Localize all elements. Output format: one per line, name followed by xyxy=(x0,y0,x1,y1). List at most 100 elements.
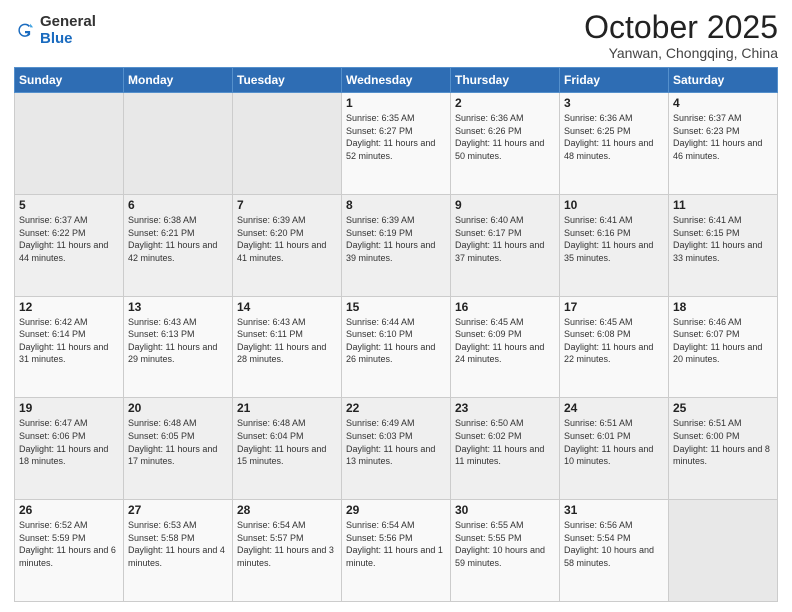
calendar-cell: 2Sunrise: 6:36 AM Sunset: 6:26 PM Daylig… xyxy=(451,93,560,195)
cell-info: Sunrise: 6:51 AM Sunset: 6:01 PM Dayligh… xyxy=(564,417,664,467)
calendar-cell: 29Sunrise: 6:54 AM Sunset: 5:56 PM Dayli… xyxy=(342,500,451,602)
day-number: 22 xyxy=(346,401,446,415)
calendar-cell: 3Sunrise: 6:36 AM Sunset: 6:25 PM Daylig… xyxy=(560,93,669,195)
calendar-cell: 31 Sunrise: 6:56 AM Sunset: 5:54 PM Dayli… xyxy=(560,500,669,602)
calendar-cell: 15 Sunrise: 6:44 AM Sunset: 6:10 PM Dayli… xyxy=(342,296,451,398)
cell-info: Sunrise: 6:38 AM Sunset: 6:21 PM Dayligh… xyxy=(128,214,228,264)
cell-info: Sunrise: 6:39 AM Sunset: 6:19 PM Dayligh… xyxy=(346,214,446,264)
cell-info: Sunrise: 6:35 AM Sunset: 6:27 PM Dayligh… xyxy=(346,112,446,162)
calendar-cell: 11Sunrise: 6:41 AM Sunset: 6:15 PM Dayli… xyxy=(669,194,778,296)
cell-info: Sunrise: 6:41 AM Sunset: 6:15 PM Dayligh… xyxy=(673,214,773,264)
cell-info: Sunrise: 6:44 AM Sunset: 6:10 PM Dayligh… xyxy=(346,316,446,366)
calendar-cell: 27 Sunrise: 6:53 AM Sunset: 5:58 PM Dayli… xyxy=(124,500,233,602)
calendar-cell: 17 Sunrise: 6:45 AM Sunset: 6:08 PM Dayli… xyxy=(560,296,669,398)
logo: General Blue xyxy=(14,14,96,47)
weekday-header-wednesday: Wednesday xyxy=(342,68,451,93)
calendar-cell: 28Sunrise: 6:54 AM Sunset: 5:57 PM Dayli… xyxy=(233,500,342,602)
calendar-cell: 12Sunrise: 6:42 AM Sunset: 6:14 PM Dayli… xyxy=(15,296,124,398)
calendar-cell xyxy=(15,93,124,195)
day-number: 19 xyxy=(19,401,119,415)
weekday-header-tuesday: Tuesday xyxy=(233,68,342,93)
cell-info: Sunrise: 6:49 AM Sunset: 6:03 PM Dayligh… xyxy=(346,417,446,467)
day-number: 25 xyxy=(673,401,773,415)
day-number: 24 xyxy=(564,401,664,415)
calendar-cell: 19Sunrise: 6:47 AM Sunset: 6:06 PM Dayli… xyxy=(15,398,124,500)
cell-info: Sunrise: 6:50 AM Sunset: 6:02 PM Dayligh… xyxy=(455,417,555,467)
cell-info: Sunrise: 6:55 AM Sunset: 5:55 PM Dayligh… xyxy=(455,519,555,569)
calendar-cell: 30 Sunrise: 6:55 AM Sunset: 5:55 PM Dayli… xyxy=(451,500,560,602)
day-number: 1 xyxy=(346,96,446,110)
calendar-cell: 6Sunrise: 6:38 AM Sunset: 6:21 PM Daylig… xyxy=(124,194,233,296)
calendar-cell: 21Sunrise: 6:48 AM Sunset: 6:04 PM Dayli… xyxy=(233,398,342,500)
day-number: 3 xyxy=(564,96,664,110)
calendar-cell: 18 Sunrise: 6:46 AM Sunset: 6:07 PM Dayli… xyxy=(669,296,778,398)
calendar-cell: 20 Sunrise: 6:48 AM Sunset: 6:05 PM Dayli… xyxy=(124,398,233,500)
week-row-1: 5Sunrise: 6:37 AM Sunset: 6:22 PM Daylig… xyxy=(15,194,778,296)
calendar-cell xyxy=(233,93,342,195)
cell-info: Sunrise: 6:45 AM Sunset: 6:08 PM Dayligh… xyxy=(564,316,664,366)
day-number: 20 xyxy=(128,401,228,415)
calendar-cell: 26 Sunrise: 6:52 AM Sunset: 5:59 PM Dayli… xyxy=(15,500,124,602)
day-number: 15 xyxy=(346,300,446,314)
calendar-cell: 8Sunrise: 6:39 AM Sunset: 6:19 PM Daylig… xyxy=(342,194,451,296)
cell-info: Sunrise: 6:43 AM Sunset: 6:11 PM Dayligh… xyxy=(237,316,337,366)
weekday-header-friday: Friday xyxy=(560,68,669,93)
calendar-cell: 22 Sunrise: 6:49 AM Sunset: 6:03 PM Dayli… xyxy=(342,398,451,500)
cell-info: Sunrise: 6:53 AM Sunset: 5:58 PM Dayligh… xyxy=(128,519,228,569)
day-number: 16 xyxy=(455,300,555,314)
week-row-2: 12Sunrise: 6:42 AM Sunset: 6:14 PM Dayli… xyxy=(15,296,778,398)
header: General Blue October 2025 Yanwan, Chongq… xyxy=(14,10,778,61)
cell-info: Sunrise: 6:45 AM Sunset: 6:09 PM Dayligh… xyxy=(455,316,555,366)
day-number: 21 xyxy=(237,401,337,415)
cell-info: Sunrise: 6:39 AM Sunset: 6:20 PM Dayligh… xyxy=(237,214,337,264)
calendar-cell: 25 Sunrise: 6:51 AM Sunset: 6:00 PM Dayli… xyxy=(669,398,778,500)
day-number: 26 xyxy=(19,503,119,517)
day-number: 12 xyxy=(19,300,119,314)
day-number: 30 xyxy=(455,503,555,517)
calendar-table: SundayMondayTuesdayWednesdayThursdayFrid… xyxy=(14,67,778,602)
day-number: 18 xyxy=(673,300,773,314)
calendar-cell: 4 Sunrise: 6:37 AM Sunset: 6:23 PM Daylig… xyxy=(669,93,778,195)
day-number: 27 xyxy=(128,503,228,517)
cell-info: Sunrise: 6:46 AM Sunset: 6:07 PM Dayligh… xyxy=(673,316,773,366)
cell-info: Sunrise: 6:40 AM Sunset: 6:17 PM Dayligh… xyxy=(455,214,555,264)
calendar-cell: 1 Sunrise: 6:35 AM Sunset: 6:27 PM Daylig… xyxy=(342,93,451,195)
weekday-header-sunday: Sunday xyxy=(15,68,124,93)
cell-info: Sunrise: 6:56 AM Sunset: 5:54 PM Dayligh… xyxy=(564,519,664,569)
cell-info: Sunrise: 6:51 AM Sunset: 6:00 PM Dayligh… xyxy=(673,417,773,467)
weekday-header-monday: Monday xyxy=(124,68,233,93)
calendar-cell: 23Sunrise: 6:50 AM Sunset: 6:02 PM Dayli… xyxy=(451,398,560,500)
day-number: 17 xyxy=(564,300,664,314)
cell-info: Sunrise: 6:52 AM Sunset: 5:59 PM Dayligh… xyxy=(19,519,119,569)
cell-info: Sunrise: 6:54 AM Sunset: 5:56 PM Dayligh… xyxy=(346,519,446,569)
location-subtitle: Yanwan, Chongqing, China xyxy=(584,45,778,61)
week-row-4: 26 Sunrise: 6:52 AM Sunset: 5:59 PM Dayli… xyxy=(15,500,778,602)
calendar-cell: 16 Sunrise: 6:45 AM Sunset: 6:09 PM Dayli… xyxy=(451,296,560,398)
month-title: October 2025 xyxy=(584,10,778,45)
cell-info: Sunrise: 6:48 AM Sunset: 6:05 PM Dayligh… xyxy=(128,417,228,467)
cell-info: Sunrise: 6:43 AM Sunset: 6:13 PM Dayligh… xyxy=(128,316,228,366)
day-number: 9 xyxy=(455,198,555,212)
calendar-cell: 24 Sunrise: 6:51 AM Sunset: 6:01 PM Dayli… xyxy=(560,398,669,500)
calendar-cell: 13Sunrise: 6:43 AM Sunset: 6:13 PM Dayli… xyxy=(124,296,233,398)
weekday-header-thursday: Thursday xyxy=(451,68,560,93)
day-number: 28 xyxy=(237,503,337,517)
cell-info: Sunrise: 6:36 AM Sunset: 6:26 PM Dayligh… xyxy=(455,112,555,162)
logo-general-text: General xyxy=(40,14,96,31)
weekday-header-saturday: Saturday xyxy=(669,68,778,93)
day-number: 4 xyxy=(673,96,773,110)
weekday-header-row: SundayMondayTuesdayWednesdayThursdayFrid… xyxy=(15,68,778,93)
page: General Blue October 2025 Yanwan, Chongq… xyxy=(0,0,792,612)
calendar-cell: 7Sunrise: 6:39 AM Sunset: 6:20 PM Daylig… xyxy=(233,194,342,296)
calendar-cell: 14 Sunrise: 6:43 AM Sunset: 6:11 PM Dayli… xyxy=(233,296,342,398)
cell-info: Sunrise: 6:37 AM Sunset: 6:23 PM Dayligh… xyxy=(673,112,773,162)
calendar-cell: 5Sunrise: 6:37 AM Sunset: 6:22 PM Daylig… xyxy=(15,194,124,296)
week-row-0: 1 Sunrise: 6:35 AM Sunset: 6:27 PM Daylig… xyxy=(15,93,778,195)
calendar-cell: 9 Sunrise: 6:40 AM Sunset: 6:17 PM Daylig… xyxy=(451,194,560,296)
day-number: 5 xyxy=(19,198,119,212)
day-number: 31 xyxy=(564,503,664,517)
day-number: 10 xyxy=(564,198,664,212)
logo-icon xyxy=(14,20,36,42)
calendar-cell: 10Sunrise: 6:41 AM Sunset: 6:16 PM Dayli… xyxy=(560,194,669,296)
day-number: 14 xyxy=(237,300,337,314)
